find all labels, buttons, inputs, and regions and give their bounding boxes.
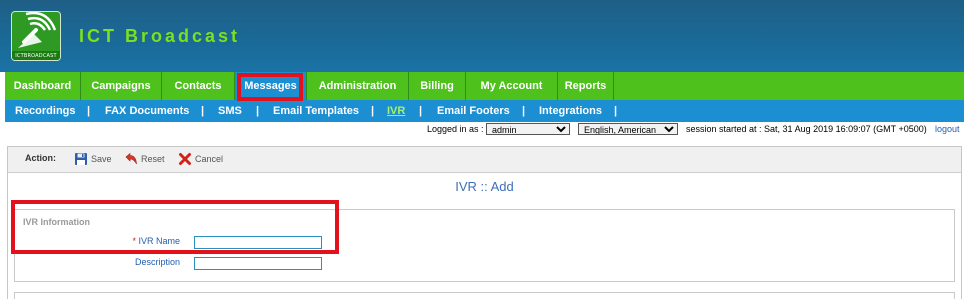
save-button[interactable]: Save [74, 152, 112, 168]
subnav-item-email-templates[interactable]: Email Templates [273, 100, 359, 122]
section-title: IVR Information [23, 217, 90, 227]
tab-billing[interactable]: Billing [409, 72, 466, 100]
logo-text: ICTBROADCAST [15, 53, 57, 59]
next-section [14, 292, 955, 299]
subnav-separator: | [614, 105, 618, 117]
header-bar: ICTBROADCAST ICT Broadcast [0, 0, 964, 72]
tab-contacts[interactable]: Contacts [162, 72, 235, 100]
app-title: ICT Broadcast [79, 26, 241, 46]
logged-in-label: Logged in as : [427, 124, 484, 134]
subnav-item-recordings[interactable]: Recordings [15, 100, 76, 122]
action-label: Action: [25, 153, 56, 163]
ivr-name-label-text: IVR Name [138, 236, 180, 246]
reset-label: Reset [141, 154, 165, 164]
description-input[interactable] [194, 257, 322, 270]
user-select[interactable]: admin [486, 123, 570, 135]
required-mark: * [132, 236, 136, 246]
subnav-item-sms[interactable]: SMS [218, 100, 242, 122]
subnav-item-integrations[interactable]: Integrations [539, 100, 602, 122]
page-title: IVR :: Add [455, 179, 514, 194]
close-x-icon [179, 153, 191, 165]
broadcast-antenna-icon [18, 12, 57, 48]
logout-link[interactable]: logout [935, 124, 960, 134]
tab-administration[interactable]: Administration [307, 72, 409, 100]
language-select[interactable]: English, American [578, 123, 678, 135]
ivr-information-section: IVR Information * IVR Name Description [14, 209, 955, 282]
app-window: ICTBROADCAST ICT Broadcast Dashboard Cam… [0, 0, 964, 299]
subnav-item-ivr[interactable]: IVR [387, 100, 405, 122]
tab-messages[interactable]: Messages [235, 72, 307, 100]
tab-my-account[interactable]: My Account [466, 72, 558, 100]
subnav-item-email-footers[interactable]: Email Footers [437, 100, 510, 122]
save-label: Save [91, 154, 112, 164]
subnav-separator: | [87, 105, 91, 117]
tab-campaigns[interactable]: Campaigns [81, 72, 162, 100]
subnav-separator: | [419, 105, 423, 117]
subnav-separator: | [201, 105, 205, 117]
session-started-text: session started at : Sat, 31 Aug 2019 16… [686, 124, 927, 134]
ivr-name-input[interactable] [194, 236, 322, 249]
tab-reports[interactable]: Reports [558, 72, 614, 100]
session-status-bar: Logged in as : admin English, American s… [0, 122, 964, 137]
floppy-disk-icon [75, 153, 87, 165]
reset-button[interactable]: Reset [124, 152, 165, 168]
action-toolbar: Action: Save Reset Cancel [8, 147, 961, 173]
subnav-separator: | [522, 105, 526, 117]
main-nav: Dashboard Campaigns Contacts Messages Ad… [5, 72, 964, 100]
subnav-separator: | [256, 105, 260, 117]
tab-dashboard[interactable]: Dashboard [5, 72, 81, 100]
cancel-button[interactable]: Cancel [178, 152, 223, 168]
cancel-label: Cancel [195, 154, 224, 164]
app-logo[interactable]: ICTBROADCAST [11, 11, 61, 61]
description-label: Description [134, 257, 180, 267]
content-frame: Action: Save Reset Cancel IVR:: Add IVR… [7, 146, 962, 299]
subnav-item-fax-documents[interactable]: FAX Documents [105, 100, 189, 122]
undo-arrow-icon [125, 152, 137, 165]
sub-nav: Recordings | FAX Documents | SMS | Email… [5, 100, 964, 122]
ivr-name-label: * IVR Name [115, 236, 180, 246]
subnav-separator: | [371, 105, 375, 117]
